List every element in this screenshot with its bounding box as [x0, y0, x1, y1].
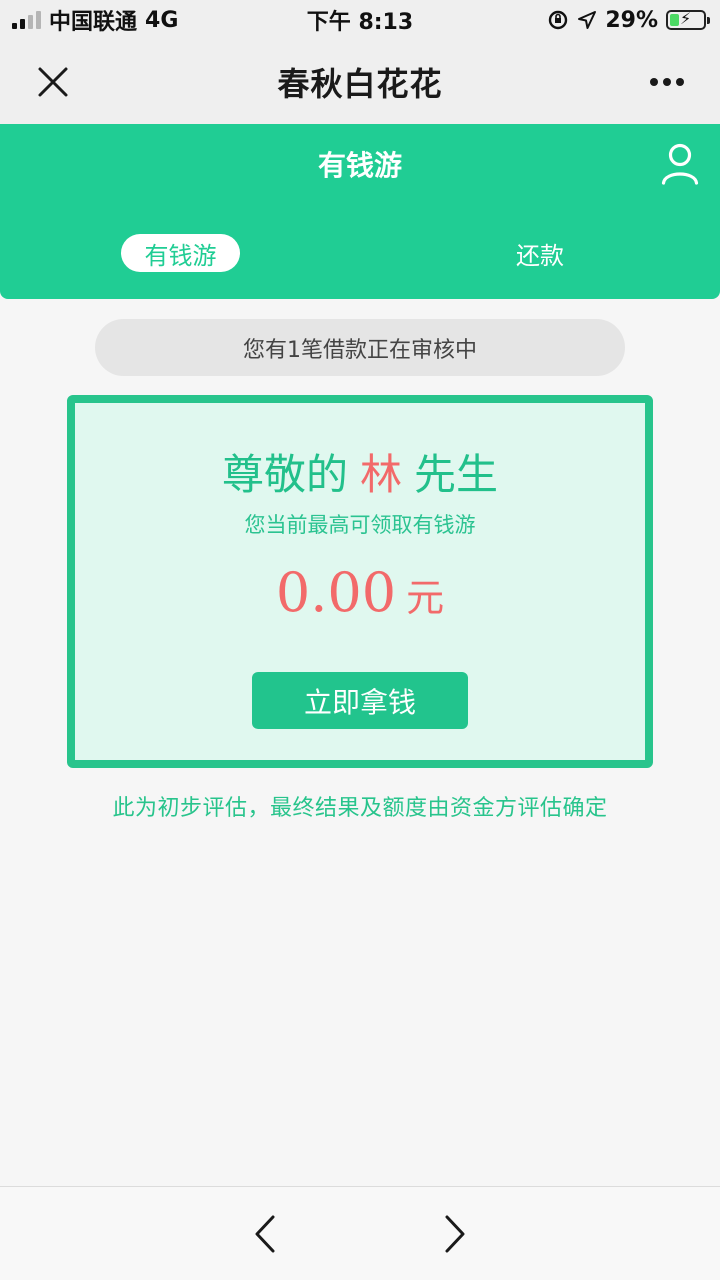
battery-fill: [670, 14, 680, 26]
disclaimer-text: 此为初步评估，最终结果及额度由资金方评估确定: [112, 796, 608, 821]
amount-currency: 元: [406, 576, 445, 620]
limit-subtitle: 您当前最高可领取有钱游: [244, 513, 476, 537]
forward-button[interactable]: [432, 1211, 478, 1257]
tab-youqianyou[interactable]: 有钱游: [121, 234, 240, 272]
greeting-honorific: 先生: [414, 450, 499, 499]
orientation-lock-icon: [549, 10, 568, 30]
network-label: 4G: [145, 7, 179, 33]
signal-icon: [12, 11, 41, 29]
status-bar: 中国联通 4G 下午 8:13 29% ⚡: [0, 0, 720, 40]
limit-amount: 0.00 元: [75, 561, 645, 624]
tab-repayment[interactable]: 还款: [480, 234, 600, 272]
title-bar: 春秋白花花: [0, 40, 720, 124]
credit-card-panel: 尊敬的林先生 您当前最高可领取有钱游 0.00 元 立即拿钱: [67, 395, 653, 768]
header-title: 有钱游: [317, 149, 402, 182]
greeting-surname: 林: [359, 450, 402, 499]
greeting: 尊敬的林先生: [75, 441, 645, 502]
charging-icon: ⚡: [680, 9, 692, 28]
more-button[interactable]: [640, 60, 694, 104]
battery-percent: 29%: [605, 7, 658, 33]
user-button[interactable]: [658, 140, 702, 188]
status-right: 29% ⚡: [547, 7, 710, 33]
location-icon: [578, 11, 597, 29]
carrier-label: 中国联通: [49, 10, 138, 35]
amount-value: 0.00: [275, 561, 397, 624]
more-dots-icon: [650, 78, 684, 86]
browser-bottom-bar: [0, 1186, 720, 1280]
chevron-left-icon: [255, 1215, 275, 1253]
user-icon: [661, 143, 699, 185]
close-button[interactable]: [28, 60, 78, 104]
battery-icon: ⚡: [666, 9, 710, 30]
greeting-prefix: 尊敬的: [221, 450, 348, 499]
back-button[interactable]: [242, 1211, 288, 1257]
app-header: 有钱游 有钱游 还款: [0, 124, 720, 299]
page-title: 春秋白花花: [277, 65, 443, 103]
get-money-button[interactable]: 立即拿钱: [252, 672, 468, 729]
close-icon: [38, 67, 68, 97]
chevron-right-icon: [445, 1215, 465, 1253]
status-left: 中国联通 4G: [12, 4, 178, 36]
loan-review-notice[interactable]: 您有1笔借款正在审核中: [95, 319, 625, 376]
